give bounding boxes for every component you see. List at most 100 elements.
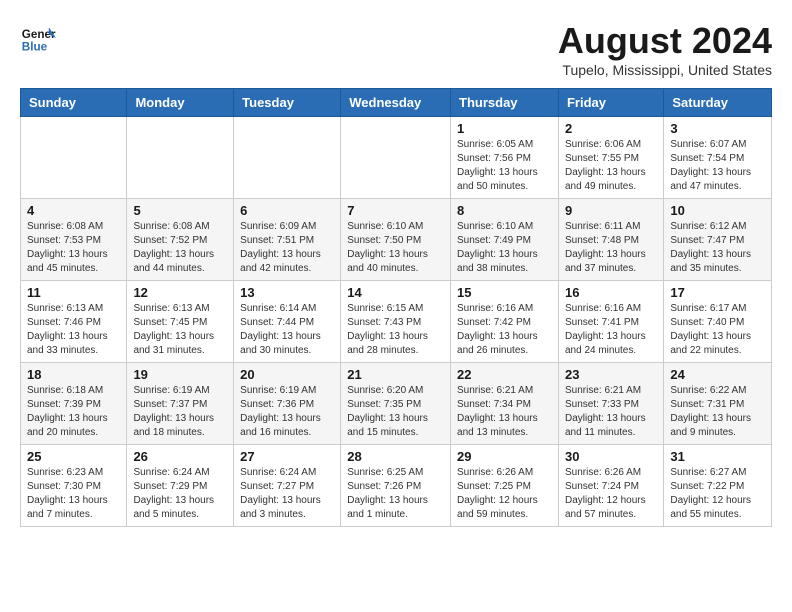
day-number: 23 [565,367,657,382]
calendar-week-4: 18 Sunrise: 6:18 AM Sunset: 7:39 PM Dayli… [21,363,772,445]
day-number: 20 [240,367,334,382]
day-info: Sunrise: 6:08 AM Sunset: 7:53 PM Dayligh… [27,220,120,276]
logo: General Blue [20,20,56,56]
day-number: 6 [240,203,334,218]
header-sunday: Sunday [21,89,127,117]
calendar-cell: 23 Sunrise: 6:21 AM Sunset: 7:33 PM Dayli… [558,363,663,445]
calendar-cell: 17 Sunrise: 6:17 AM Sunset: 7:40 PM Dayli… [664,281,772,363]
day-number: 1 [457,121,552,136]
day-info: Sunrise: 6:14 AM Sunset: 7:44 PM Dayligh… [240,302,334,358]
day-number: 5 [133,203,227,218]
day-info: Sunrise: 6:18 AM Sunset: 7:39 PM Dayligh… [27,384,120,440]
day-number: 17 [670,285,765,300]
calendar-cell [21,117,127,199]
day-info: Sunrise: 6:24 AM Sunset: 7:29 PM Dayligh… [133,466,227,522]
day-info: Sunrise: 6:07 AM Sunset: 7:54 PM Dayligh… [670,138,765,194]
logo-icon: General Blue [20,20,56,56]
calendar-cell: 20 Sunrise: 6:19 AM Sunset: 7:36 PM Dayli… [234,363,341,445]
day-number: 12 [133,285,227,300]
day-number: 9 [565,203,657,218]
day-info: Sunrise: 6:10 AM Sunset: 7:50 PM Dayligh… [347,220,444,276]
day-number: 2 [565,121,657,136]
day-number: 18 [27,367,120,382]
calendar-header-row: SundayMondayTuesdayWednesdayThursdayFrid… [21,89,772,117]
day-info: Sunrise: 6:23 AM Sunset: 7:30 PM Dayligh… [27,466,120,522]
calendar-cell: 11 Sunrise: 6:13 AM Sunset: 7:46 PM Dayli… [21,281,127,363]
calendar-cell: 7 Sunrise: 6:10 AM Sunset: 7:50 PM Daylig… [341,199,451,281]
calendar-cell [234,117,341,199]
calendar-cell: 12Sunrise: 6:13 AM Sunset: 7:45 PM Dayli… [127,281,234,363]
day-number: 24 [670,367,765,382]
title-block: August 2024 Tupelo, Mississippi, United … [558,20,772,78]
calendar-table: SundayMondayTuesdayWednesdayThursdayFrid… [20,88,772,527]
day-number: 25 [27,449,120,464]
calendar-week-5: 25 Sunrise: 6:23 AM Sunset: 7:30 PM Dayli… [21,445,772,527]
calendar-week-2: 4 Sunrise: 6:08 AM Sunset: 7:53 PM Daylig… [21,199,772,281]
day-number: 21 [347,367,444,382]
day-number: 28 [347,449,444,464]
day-number: 27 [240,449,334,464]
calendar-cell: 22Sunrise: 6:21 AM Sunset: 7:34 PM Dayli… [451,363,559,445]
day-info: Sunrise: 6:20 AM Sunset: 7:35 PM Dayligh… [347,384,444,440]
calendar-cell: 19 Sunrise: 6:19 AM Sunset: 7:37 PM Dayli… [127,363,234,445]
day-number: 11 [27,285,120,300]
day-number: 14 [347,285,444,300]
day-number: 30 [565,449,657,464]
calendar-cell: 5 Sunrise: 6:08 AM Sunset: 7:52 PM Daylig… [127,199,234,281]
day-info: Sunrise: 6:15 AM Sunset: 7:43 PM Dayligh… [347,302,444,358]
day-info: Sunrise: 6:26 AM Sunset: 7:25 PM Dayligh… [457,466,552,522]
day-info: Sunrise: 6:19 AM Sunset: 7:37 PM Dayligh… [133,384,227,440]
calendar-cell [341,117,451,199]
calendar-cell: 28Sunrise: 6:25 AM Sunset: 7:26 PM Dayli… [341,445,451,527]
day-info: Sunrise: 6:09 AM Sunset: 7:51 PM Dayligh… [240,220,334,276]
calendar-cell: 3Sunrise: 6:07 AM Sunset: 7:54 PM Daylig… [664,117,772,199]
calendar-week-1: 1 Sunrise: 6:05 AM Sunset: 7:56 PM Daylig… [21,117,772,199]
day-number: 10 [670,203,765,218]
day-number: 22 [457,367,552,382]
calendar-cell: 8Sunrise: 6:10 AM Sunset: 7:49 PM Daylig… [451,199,559,281]
day-info: Sunrise: 6:12 AM Sunset: 7:47 PM Dayligh… [670,220,765,276]
calendar-cell: 9Sunrise: 6:11 AM Sunset: 7:48 PM Daylig… [558,199,663,281]
day-number: 8 [457,203,552,218]
calendar-cell: 10 Sunrise: 6:12 AM Sunset: 7:47 PM Dayli… [664,199,772,281]
location: Tupelo, Mississippi, United States [558,62,772,78]
calendar-cell: 16Sunrise: 6:16 AM Sunset: 7:41 PM Dayli… [558,281,663,363]
header-thursday: Thursday [451,89,559,117]
day-number: 7 [347,203,444,218]
header-saturday: Saturday [664,89,772,117]
page-header: General Blue August 2024 Tupelo, Mississ… [20,20,772,78]
calendar-cell: 18 Sunrise: 6:18 AM Sunset: 7:39 PM Dayli… [21,363,127,445]
day-number: 19 [133,367,227,382]
day-info: Sunrise: 6:16 AM Sunset: 7:42 PM Dayligh… [457,302,552,358]
day-info: Sunrise: 6:05 AM Sunset: 7:56 PM Dayligh… [457,138,552,194]
calendar-cell: 21 Sunrise: 6:20 AM Sunset: 7:35 PM Dayli… [341,363,451,445]
day-info: Sunrise: 6:19 AM Sunset: 7:36 PM Dayligh… [240,384,334,440]
calendar-cell: 25 Sunrise: 6:23 AM Sunset: 7:30 PM Dayli… [21,445,127,527]
day-number: 4 [27,203,120,218]
header-tuesday: Tuesday [234,89,341,117]
day-number: 29 [457,449,552,464]
calendar-cell: 2 Sunrise: 6:06 AM Sunset: 7:55 PM Daylig… [558,117,663,199]
day-info: Sunrise: 6:21 AM Sunset: 7:33 PM Dayligh… [565,384,657,440]
calendar-week-3: 11 Sunrise: 6:13 AM Sunset: 7:46 PM Dayli… [21,281,772,363]
calendar-cell: 15Sunrise: 6:16 AM Sunset: 7:42 PM Dayli… [451,281,559,363]
calendar-cell: 1 Sunrise: 6:05 AM Sunset: 7:56 PM Daylig… [451,117,559,199]
day-info: Sunrise: 6:08 AM Sunset: 7:52 PM Dayligh… [133,220,227,276]
day-info: Sunrise: 6:06 AM Sunset: 7:55 PM Dayligh… [565,138,657,194]
header-friday: Friday [558,89,663,117]
svg-text:Blue: Blue [22,41,48,54]
day-number: 31 [670,449,765,464]
day-info: Sunrise: 6:13 AM Sunset: 7:46 PM Dayligh… [27,302,120,358]
day-number: 26 [133,449,227,464]
calendar-cell [127,117,234,199]
month-title: August 2024 [558,20,772,62]
calendar-cell: 14 Sunrise: 6:15 AM Sunset: 7:43 PM Dayli… [341,281,451,363]
calendar-cell: 29 Sunrise: 6:26 AM Sunset: 7:25 PM Dayli… [451,445,559,527]
header-wednesday: Wednesday [341,89,451,117]
day-info: Sunrise: 6:17 AM Sunset: 7:40 PM Dayligh… [670,302,765,358]
calendar-cell: 26 Sunrise: 6:24 AM Sunset: 7:29 PM Dayli… [127,445,234,527]
day-info: Sunrise: 6:22 AM Sunset: 7:31 PM Dayligh… [670,384,765,440]
calendar-cell: 31Sunrise: 6:27 AM Sunset: 7:22 PM Dayli… [664,445,772,527]
day-info: Sunrise: 6:16 AM Sunset: 7:41 PM Dayligh… [565,302,657,358]
day-number: 13 [240,285,334,300]
